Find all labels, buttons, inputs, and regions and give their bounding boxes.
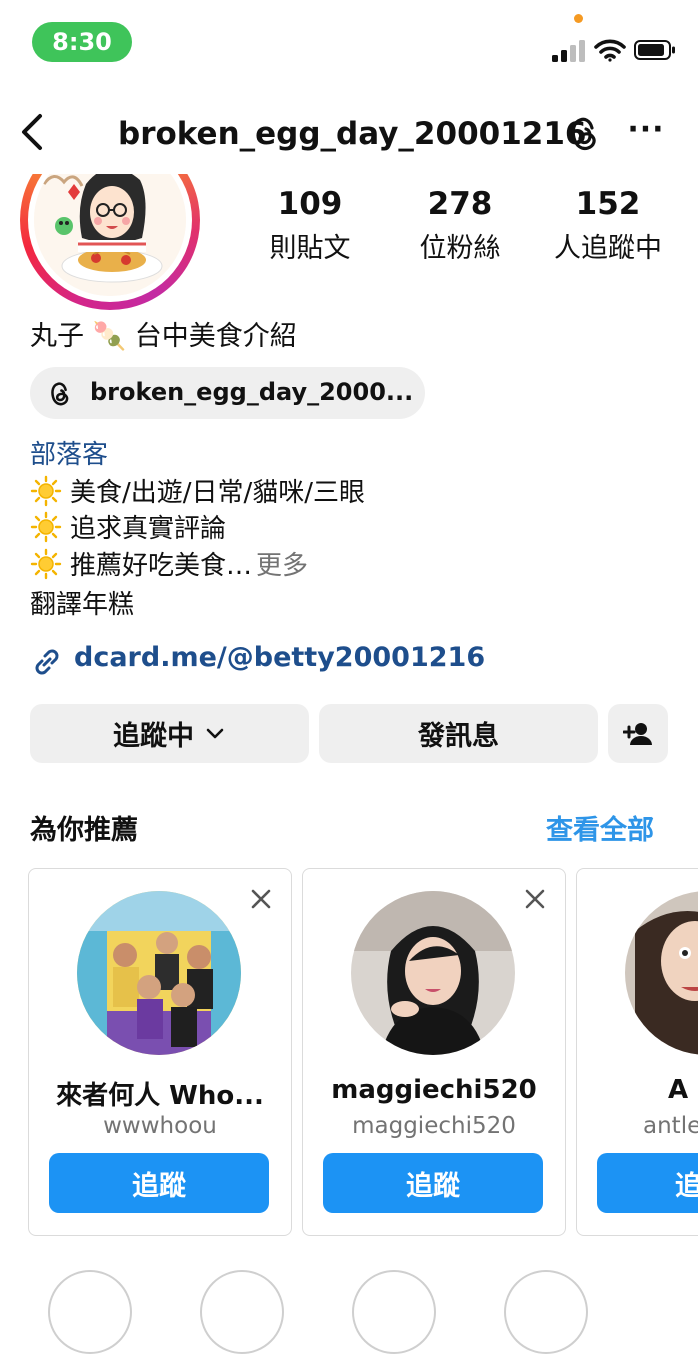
following-count[interactable]: 152 (538, 186, 678, 222)
followers-count[interactable]: 278 (390, 186, 530, 222)
portrait-photo (351, 891, 515, 1055)
profile-category: 部落客 (30, 440, 109, 470)
suggestion-card[interactable]: A antle 追 (576, 868, 698, 1236)
highlight-ring[interactable] (504, 1270, 588, 1354)
bio-more-link[interactable]: 更多 (256, 545, 308, 582)
bio-line: 追求真實評論 (30, 508, 226, 545)
person-add-icon (623, 722, 652, 745)
highlight-ring[interactable] (48, 1270, 132, 1354)
threads-icon[interactable] (566, 114, 602, 154)
suggestion-name[interactable]: A (577, 1075, 698, 1105)
follow-button[interactable]: 追蹤 (49, 1153, 269, 1213)
chevron-left-icon[interactable] (14, 112, 54, 152)
header-spacer (0, 158, 698, 174)
suggestion-handle: maggiechi520 (352, 1113, 516, 1139)
bio-text: 推薦好吃美食… (70, 551, 253, 581)
following-label[interactable]: 人追蹤中 (528, 226, 688, 265)
suggestion-name[interactable]: maggiechi520 (303, 1075, 565, 1105)
add-user-button[interactable] (608, 704, 668, 763)
bio-line: 美食/出遊/日常/貓咪/三眼 (30, 472, 365, 509)
following-button[interactable]: 追蹤中 (30, 704, 309, 763)
follow-button[interactable]: 追蹤 (323, 1153, 543, 1213)
suggestions-title: 為你推薦 (30, 815, 138, 846)
threads-handle[interactable]: broken_egg_day_2000... (90, 378, 413, 406)
signal-icon (552, 38, 586, 62)
posts-count: 109 (277, 186, 343, 222)
suggestion-avatar[interactable] (625, 891, 698, 1055)
sun-icon (30, 511, 62, 542)
translate-link[interactable]: 翻譯年糕 (30, 584, 134, 621)
suggestion-handle: antle (643, 1113, 698, 1139)
more-horizontal-icon[interactable]: ··· (626, 114, 666, 154)
close-icon[interactable] (523, 887, 547, 911)
profile-link[interactable]: dcard.me/@betty20001216 (74, 642, 485, 673)
highlight-ring[interactable] (200, 1270, 284, 1354)
message-button[interactable]: 發訊息 (319, 704, 598, 763)
highlight-ring[interactable] (352, 1270, 436, 1354)
bio-text: 美食/出遊/日常/貓咪/三眼 (70, 478, 366, 508)
suggestion-avatar[interactable] (351, 891, 515, 1055)
group-photo (77, 891, 241, 1055)
followers-label[interactable]: 位粉絲 (380, 226, 540, 265)
suggestion-avatar[interactable] (77, 891, 241, 1055)
wifi-icon (594, 39, 626, 62)
bio-line: 推薦好吃美食… 更多 (30, 545, 308, 582)
battery-icon (634, 40, 675, 60)
posts-label: 則貼文 (269, 233, 351, 264)
chevron-down-icon (206, 728, 224, 738)
message-button-label: 發訊息 (418, 721, 499, 752)
suggestion-card[interactable]: maggiechi520 maggiechi520 追蹤 (302, 868, 566, 1236)
profile-name: 丸子 🍡 台中美食介紹 (30, 321, 297, 352)
bio-text: 追求真實評論 (70, 514, 227, 544)
follow-button[interactable]: 追 (597, 1153, 698, 1213)
following-button-label: 追蹤中 (113, 721, 194, 752)
status-time: 8:30 (32, 22, 132, 62)
portrait-photo (625, 891, 698, 1055)
suggestion-name[interactable]: 來者何人 Who... (29, 1075, 291, 1112)
sun-icon (30, 548, 62, 579)
profile-username: broken_egg_day_20001216 (118, 116, 587, 152)
suggestion-handle: wwwhoou (103, 1113, 217, 1139)
close-icon[interactable] (249, 887, 273, 911)
privacy-indicator (574, 14, 583, 23)
link-icon (35, 649, 59, 675)
see-all-link[interactable]: 查看全部 (546, 808, 654, 847)
suggestion-card[interactable]: 來者何人 Who... wwwhoou 追蹤 (28, 868, 292, 1236)
threads-icon (51, 382, 69, 406)
sun-icon (30, 475, 62, 506)
